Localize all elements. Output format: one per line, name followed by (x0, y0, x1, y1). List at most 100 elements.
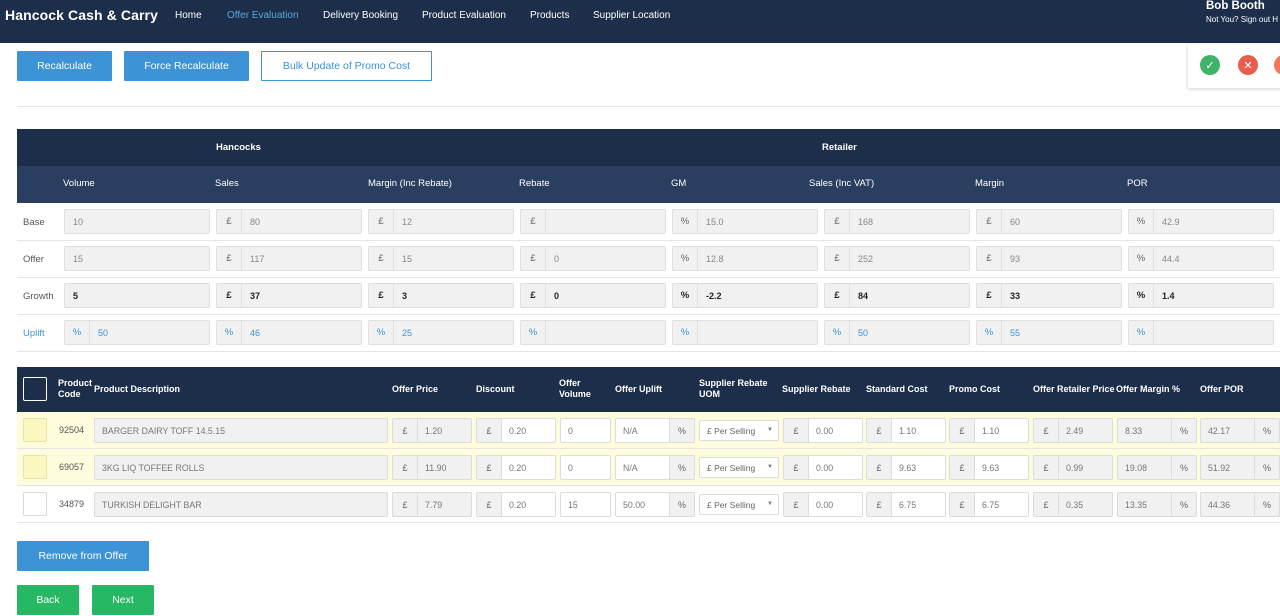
nav-offer-evaluation[interactable]: Offer Evaluation (227, 10, 299, 21)
promo-cost-field[interactable]: £6.75 (949, 492, 1029, 517)
product-description-field-value: BARGER DAIRY TOFF 14.5.15 (102, 425, 226, 436)
select-all-checkbox[interactable] (23, 377, 47, 401)
brand-logo[interactable]: Hancock Cash & Carry (5, 7, 158, 23)
force-recalculate-button[interactable]: Force Recalculate (124, 51, 249, 81)
offer-retailer-price-field-value: 0.99 (1066, 462, 1084, 473)
offer-por-field: 51.92% (1200, 455, 1280, 480)
offer-uplift-field[interactable]: N/A% (615, 455, 695, 480)
summary-field-growth-por: % 1.4 (1128, 283, 1274, 308)
col-por: POR (1127, 178, 1148, 189)
product-row: 92504 BARGER DAIRY TOFF 14.5.15 £1.20 £0.20… (17, 412, 1280, 449)
summary-field-base-por: % 42.9 (1128, 209, 1274, 234)
row-separator (17, 277, 1280, 278)
standard-cost-field[interactable]: £6.75 (866, 492, 946, 517)
summary-value: 252 (858, 253, 874, 264)
standard-cost-field-value: 9.63 (892, 456, 945, 479)
recalculate-button[interactable]: Recalculate (17, 51, 112, 81)
summary-row-label-uplift: Uplift (23, 328, 45, 339)
header-offer-price: Offer Price (392, 384, 439, 394)
sign-out-link[interactable]: Not You? Sign out H (1206, 15, 1278, 24)
promo-cost-field[interactable]: £9.63 (949, 455, 1029, 480)
offer-uplift-field-value: 50.00 (616, 493, 669, 516)
offer-uplift-field-value: N/A (616, 456, 669, 479)
cross-circle-icon[interactable]: ✕ (1238, 55, 1258, 75)
nav-delivery-booking[interactable]: Delivery Booking (323, 10, 398, 21)
summary-value: 80 (250, 216, 261, 227)
percent-addon: % (1171, 493, 1196, 516)
unit-addon: % (65, 321, 90, 344)
rebate-uom-select[interactable]: £ Per Selling ▼ (699, 494, 779, 515)
unit-addon: £ (521, 247, 546, 270)
unit-addon: % (673, 247, 698, 270)
product-description-field: BARGER DAIRY TOFF 14.5.15 (94, 418, 388, 443)
currency-addon: £ (393, 419, 418, 442)
supplier-rebate-field[interactable]: £0.00 (783, 492, 863, 517)
promo-cost-field[interactable]: £1.10 (949, 418, 1029, 443)
summary-value: 3 (402, 290, 408, 301)
offer-margin-field: 13.35% (1117, 492, 1197, 517)
remove-from-offer-button[interactable]: Remove from Offer (17, 541, 149, 571)
next-button[interactable]: Next (92, 585, 154, 615)
summary-value: 0 (554, 253, 560, 264)
summary-field-offer-volume: 15 (64, 246, 210, 271)
summary-field-base-sales-inc-vat: £168 (824, 209, 970, 234)
offer-volume-field[interactable]: 0 (560, 455, 611, 480)
caret-down-icon: ▼ (767, 501, 773, 507)
standard-cost-field[interactable]: £9.63 (866, 455, 946, 480)
col-rebate: Rebate (519, 178, 550, 189)
summary-field-growth-margin: £33 (976, 283, 1122, 308)
nav-products[interactable]: Products (530, 10, 569, 21)
row-select-checkbox[interactable] (23, 492, 47, 516)
summary-value: 15.0 (706, 216, 724, 227)
offer-volume-field[interactable]: 0 (560, 418, 611, 443)
currency-addon: £ (784, 456, 809, 479)
standard-cost-field[interactable]: £1.10 (866, 418, 946, 443)
nav-supplier-location[interactable]: Supplier Location (593, 10, 670, 21)
offer-price-field-value: 7.79 (425, 499, 443, 510)
rebate-uom-select[interactable]: £ Per Selling ▼ (699, 457, 779, 478)
summary-value: 168 (858, 216, 874, 227)
summary-value: 46 (250, 327, 261, 338)
header-promo-cost: Promo Cost (949, 384, 1001, 394)
percent-addon: % (1254, 419, 1279, 442)
summary-field-base-margin: £60 (976, 209, 1122, 234)
discount-field[interactable]: £0.20 (476, 455, 556, 480)
offer-uplift-field[interactable]: 50.00% (615, 492, 695, 517)
rebate-uom-value: £ Per Selling (707, 462, 756, 473)
back-button[interactable]: Back (17, 585, 79, 615)
summary-field-offer-margin-inc-rebate: £15 (368, 246, 514, 271)
product-description-field-value: 3KG LIQ TOFFEE ROLLS (102, 462, 205, 473)
unit-addon: % (673, 284, 698, 307)
summary-field-offer-gm: % 12.8 (672, 246, 818, 271)
row-separator (17, 314, 1280, 315)
unit-addon: % (673, 210, 698, 233)
bulk-update-promo-cost-button[interactable]: Bulk Update of Promo Cost (261, 51, 432, 81)
caret-down-icon: ▼ (767, 464, 773, 470)
row-select-checkbox[interactable] (23, 418, 47, 442)
offer-margin-field: 19.08% (1117, 455, 1197, 480)
percent-addon: % (669, 456, 694, 479)
check-circle-icon[interactable]: ✓ (1200, 55, 1220, 75)
offer-volume-field[interactable]: 15 (560, 492, 611, 517)
discount-field[interactable]: £0.20 (476, 418, 556, 443)
summary-field-uplift-margin: % 55 (976, 320, 1122, 345)
rebate-uom-select[interactable]: £ Per Selling ▼ (699, 420, 779, 441)
row-select-checkbox[interactable] (23, 455, 47, 479)
nav-home[interactable]: Home (175, 10, 202, 21)
summary-value: 15 (73, 253, 84, 264)
circle-icon[interactable] (1274, 55, 1280, 75)
product-row: 34879 TURKISH DELIGHT BAR £7.79 £0.20 15 50.0… (17, 486, 1280, 523)
summary-field-base-sales: £80 (216, 209, 362, 234)
currency-addon: £ (393, 493, 418, 516)
summary-value: 37 (250, 290, 261, 301)
supplier-rebate-field[interactable]: £0.00 (783, 455, 863, 480)
nav-product-evaluation[interactable]: Product Evaluation (422, 10, 506, 21)
caret-down-icon: ▼ (767, 427, 773, 433)
supplier-rebate-field[interactable]: £0.00 (783, 418, 863, 443)
rebate-uom-value: £ Per Selling (707, 425, 756, 436)
unit-addon: £ (369, 284, 394, 307)
offer-uplift-field[interactable]: N/A% (615, 418, 695, 443)
col-sales: Sales (215, 178, 239, 189)
currency-addon: £ (477, 493, 502, 516)
discount-field[interactable]: £0.20 (476, 492, 556, 517)
